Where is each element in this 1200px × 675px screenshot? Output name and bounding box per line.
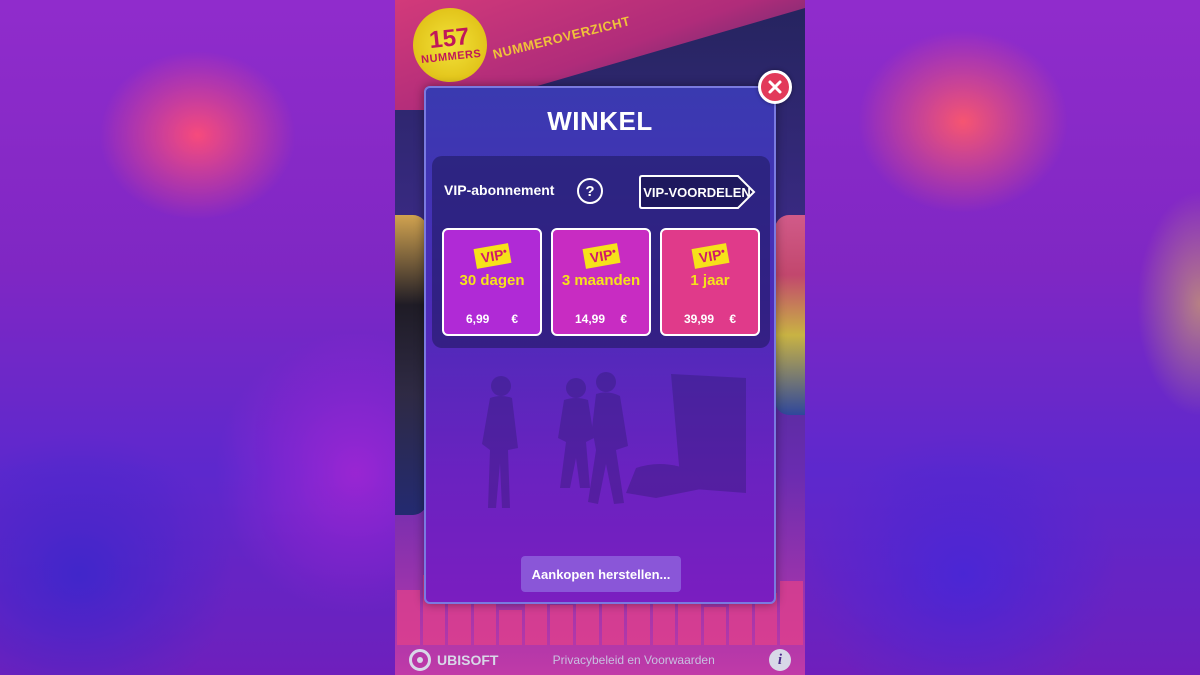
vip-tag: VIP: [582, 243, 620, 269]
eq-bar: [703, 607, 727, 645]
plan-price: 39,99: [684, 312, 715, 326]
footer: UBISOFT Privacybeleid en Voorwaarden i: [395, 645, 805, 675]
plan-currency: €: [511, 312, 518, 326]
dancer-image-left: [395, 215, 427, 515]
plan-duration: 30 dagen: [459, 272, 525, 289]
help-icon[interactable]: ?: [577, 178, 603, 204]
vip-tag: VIP: [691, 243, 729, 269]
dancers-silhouette: [482, 372, 746, 508]
plan-cards: VIP 30 dagen 6,99 € VIP 3 maanden 14,99 …: [442, 228, 760, 336]
vip-subscription-label: VIP-abonnement: [444, 182, 555, 198]
plan-card-3-months[interactable]: VIP 3 maanden 14,99 €: [551, 228, 651, 336]
plan-price: 6,99: [466, 312, 490, 326]
shop-modal: WINKEL VIP-abonnement ? VIP-VOORDELEN VI…: [424, 86, 776, 604]
plan-duration: 3 maanden: [561, 272, 641, 289]
eq-bar: [550, 605, 573, 645]
plan-currency: €: [620, 312, 627, 326]
eq-bar: [397, 590, 420, 645]
restore-purchases-button[interactable]: Aankopen herstellen...: [521, 556, 681, 592]
eq-bar: [652, 601, 676, 645]
plan-price-row: 6,99 €: [444, 312, 540, 326]
plan-card-30-days[interactable]: VIP 30 dagen 6,99 €: [442, 228, 542, 336]
modal-title: WINKEL: [547, 106, 653, 136]
close-x-glyph: [768, 80, 782, 94]
ubisoft-logo: UBISOFT: [409, 649, 498, 671]
dancer-image-right: [775, 215, 805, 415]
plan-price-row: 39,99 €: [662, 312, 758, 326]
eq-bar: [499, 610, 522, 645]
plan-currency: €: [729, 312, 736, 326]
brand-name: UBISOFT: [437, 652, 499, 668]
vip-benefits-button[interactable]: VIP-VOORDELEN: [638, 174, 756, 210]
blurred-background-right: [805, 0, 1200, 675]
vip-benefits-label: VIP-VOORDELEN: [643, 184, 751, 200]
vip-subscription-panel: VIP-abonnement ? VIP-VOORDELEN VIP 30 da…: [432, 156, 770, 348]
vip-tag: VIP: [473, 243, 511, 269]
ubisoft-swirl-icon: [409, 649, 431, 671]
plan-price: 14,99: [575, 312, 606, 326]
plan-duration: 1 jaar: [690, 272, 730, 289]
plan-price-row: 14,99 €: [553, 312, 649, 326]
plan-card-1-year[interactable]: VIP 1 jaar 39,99 €: [660, 228, 760, 336]
eq-bar: [780, 581, 803, 645]
blurred-background-left: [0, 0, 395, 675]
eq-bar: [448, 600, 471, 645]
close-icon[interactable]: [758, 70, 792, 104]
info-icon[interactable]: i: [769, 649, 791, 671]
privacy-link[interactable]: Privacybeleid en Voorwaarden: [553, 653, 715, 667]
